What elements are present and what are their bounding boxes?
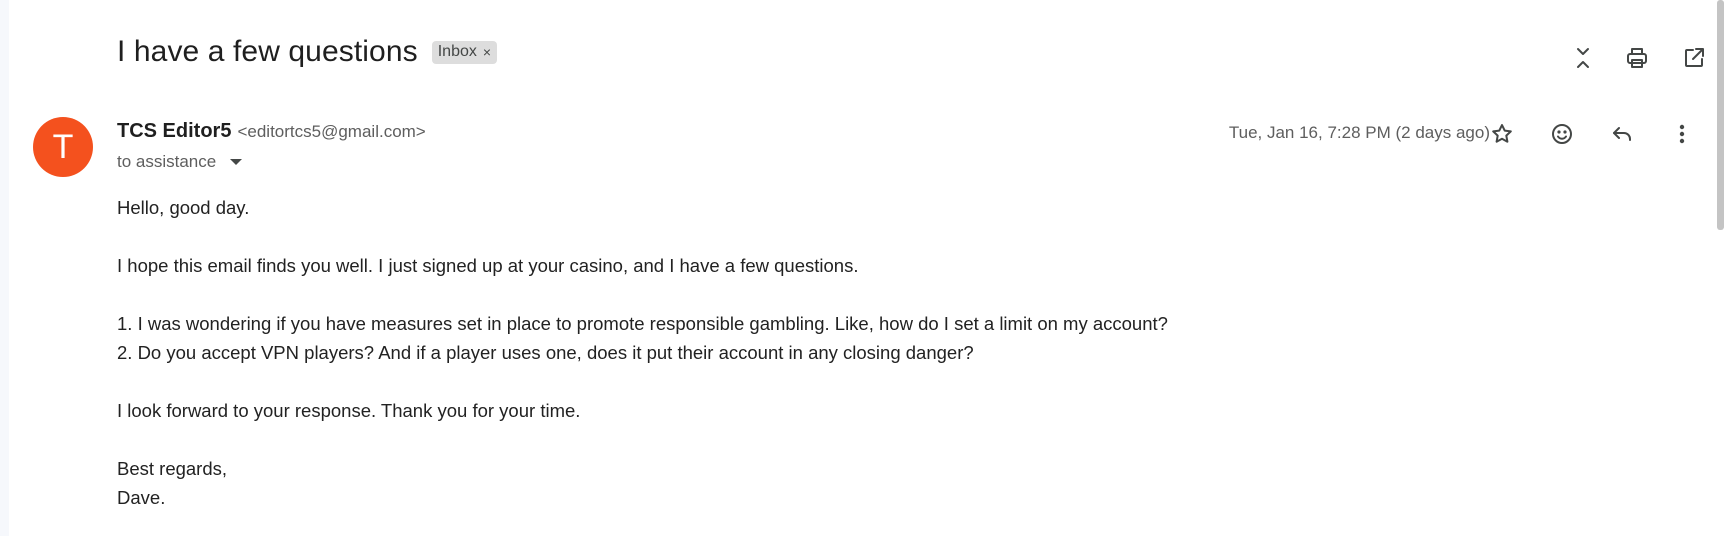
open-in-new-window-icon[interactable] <box>1664 40 1724 76</box>
body-intro: I hope this email finds you well. I just… <box>117 255 859 276</box>
body-question-1: 1. I was wondering if you have measures … <box>117 313 1168 334</box>
chevron-down-icon[interactable] <box>230 159 243 165</box>
remove-label-button[interactable]: × <box>483 44 491 60</box>
thread-actions <box>1556 40 1724 76</box>
body-signoff: Best regards, <box>117 458 228 479</box>
inbox-label-chip[interactable]: Inbox × <box>431 40 498 64</box>
star-icon[interactable] <box>1472 116 1532 152</box>
body-question-2: 2. Do you accept VPN players? And if a p… <box>117 342 974 363</box>
scrollbar[interactable] <box>1717 0 1724 230</box>
email-view: I have a few questions Inbox × T TCS Edi… <box>9 0 1724 536</box>
body-signature: Dave. <box>117 487 166 508</box>
reply-icon[interactable] <box>1592 116 1652 152</box>
sender-avatar[interactable]: T <box>33 117 93 177</box>
print-icon[interactable] <box>1610 40 1664 76</box>
body-closing: I look forward to your response. Thank y… <box>117 400 581 421</box>
subject-row: I have a few questions Inbox × <box>117 30 498 74</box>
collapse-all-icon[interactable] <box>1556 40 1610 76</box>
email-subject: I have a few questions <box>117 35 418 68</box>
more-vertical-icon[interactable] <box>1652 116 1712 152</box>
message-actions <box>1472 116 1712 152</box>
body-greeting: Hello, good day. <box>117 197 250 218</box>
message-body: Hello, good day. I hope this email finds… <box>117 193 1168 512</box>
sender-name[interactable]: TCS Editor5 <box>117 120 231 143</box>
recipients-text: to assistance <box>117 152 217 171</box>
message-date: Tue, Jan 16, 7:28 PM (2 days ago) <box>1228 123 1490 142</box>
emoji-reaction-icon[interactable] <box>1532 116 1592 152</box>
label-name: Inbox <box>437 42 477 60</box>
sender-email: <editortcs5@gmail.com> <box>237 122 426 141</box>
sender-line: TCS Editor5 <editortcs5@gmail.com> <box>117 120 426 143</box>
recipients-toggle[interactable]: to assistance <box>117 152 243 172</box>
